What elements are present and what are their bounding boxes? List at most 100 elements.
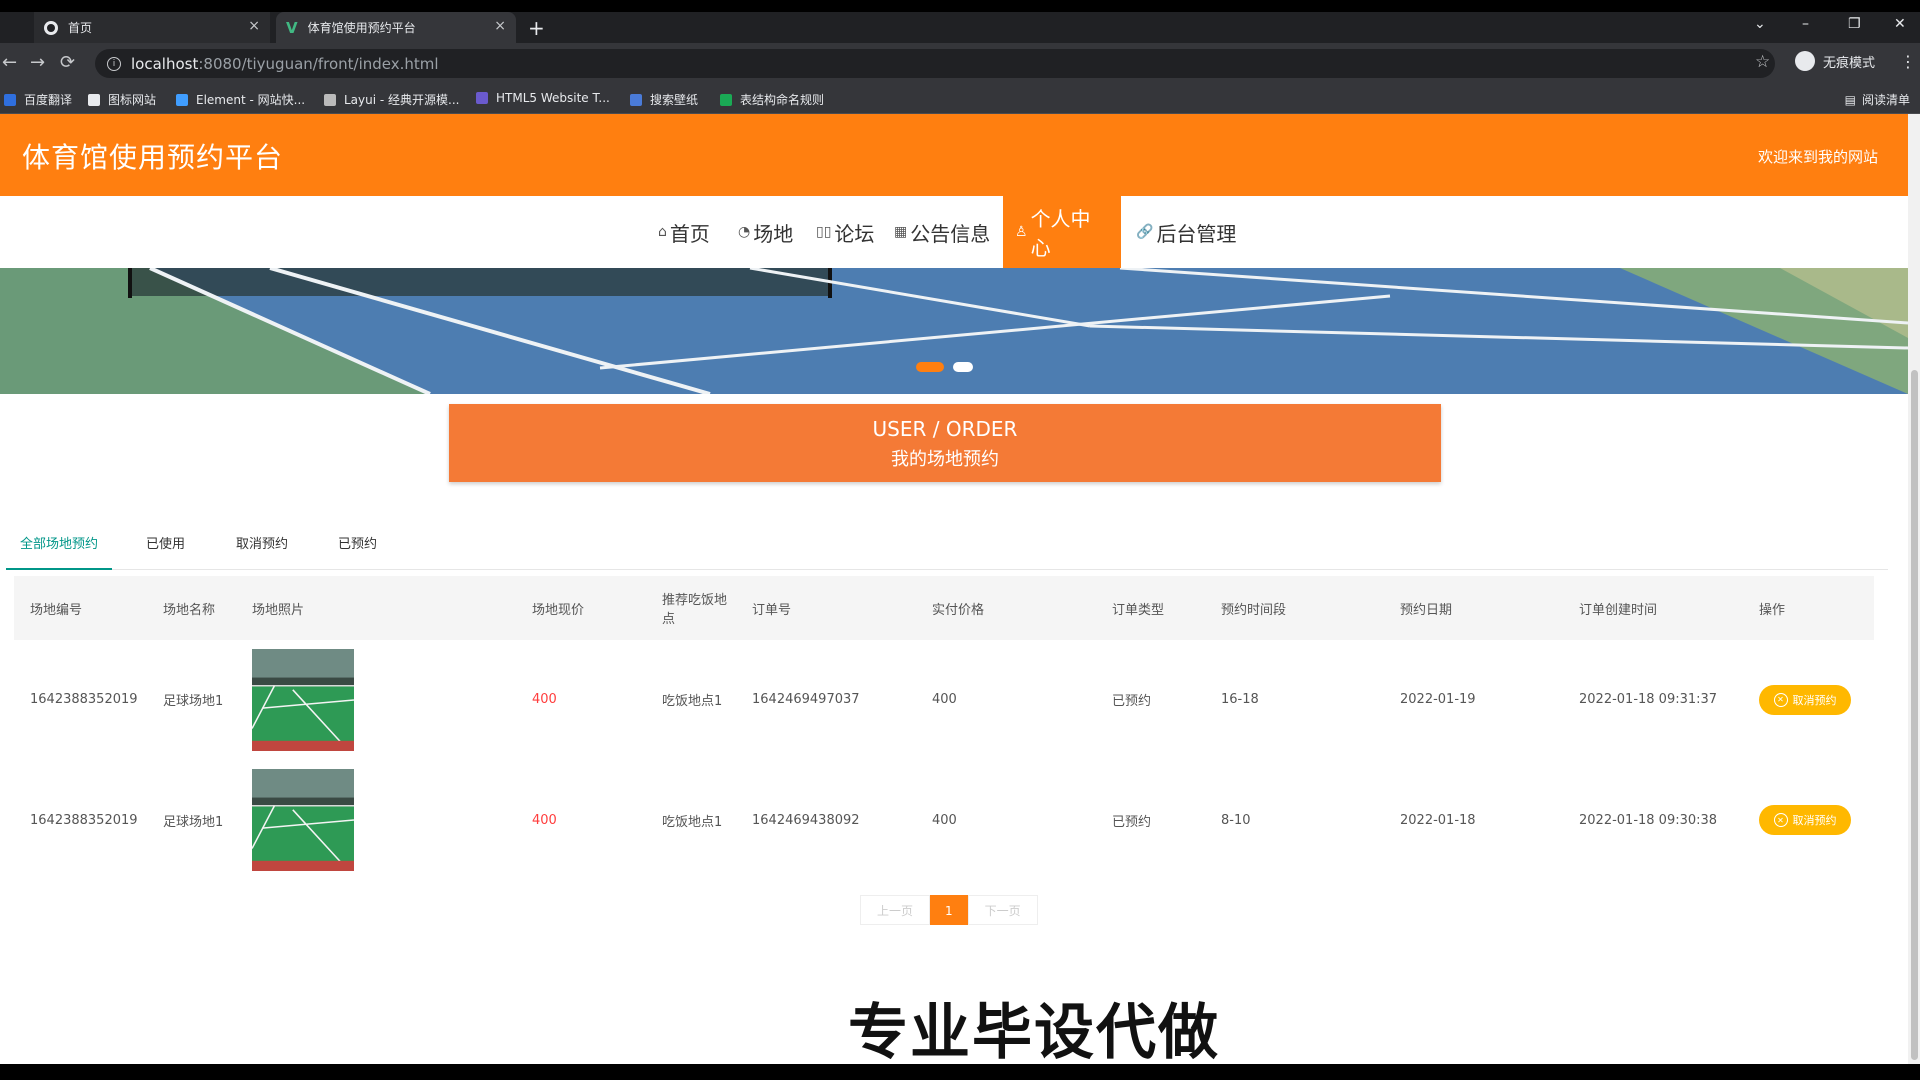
venue-photo[interactable] (252, 769, 354, 871)
new-tab-button[interactable]: + (528, 16, 545, 40)
cell-dining: 吃饭地点1 (646, 640, 736, 761)
nav-item-admin[interactable]: 🔗 后台管理 (1124, 196, 1248, 268)
profile-button[interactable]: 无痕模式 (1795, 51, 1875, 71)
cell-created: 2022-01-18 09:31:37 (1563, 640, 1743, 761)
nav-label: 公告信息 (910, 221, 991, 246)
home-icon: ⌂ (658, 224, 667, 240)
cell-paid: 400 (916, 640, 1096, 761)
browser-toolbar: ← → ⟳ i localhost:8080/tiyuguan/front/in… (0, 43, 1920, 84)
forum-icon: ▯▯ (816, 224, 832, 240)
nav-label: 场地 (753, 221, 794, 246)
cell-date: 2022-01-18 (1384, 760, 1563, 881)
browser-menu-icon[interactable]: ⋮ (1900, 52, 1916, 71)
profile-label: 无痕模式 (1823, 55, 1876, 71)
venue-icon: ◔ (738, 224, 751, 240)
forward-button[interactable]: → (30, 52, 45, 73)
nav-item-home[interactable]: ⌂ 首页 (646, 196, 722, 268)
cell-order-type: 已预约 (1096, 640, 1205, 761)
tab-used[interactable]: 已使用 (146, 520, 185, 570)
bookmark-item[interactable]: Element - 网站快... (176, 91, 305, 108)
cell-order-no: 1642469497037 (736, 640, 916, 761)
column-header: 场地照片 (236, 576, 516, 640)
bookmark-label: 表结构命名规则 (740, 93, 825, 107)
browser-tab-home[interactable]: 首页 × (34, 12, 270, 43)
bookmark-item[interactable]: 百度翻译 (4, 91, 72, 108)
cell-date: 2022-01-19 (1384, 640, 1563, 761)
column-header: 操作 (1743, 576, 1874, 640)
incognito-icon (1795, 51, 1815, 71)
column-header: 预约时间段 (1205, 576, 1384, 640)
tab-cancelled[interactable]: 取消预约 (236, 520, 288, 570)
bookmark-item[interactable]: HTML5 Website T... (476, 91, 610, 105)
reading-list-label: 阅读清单 (1861, 93, 1910, 107)
bookmark-star-icon[interactable]: ☆ (1755, 52, 1770, 72)
cancel-icon: ✕ (1773, 692, 1788, 707)
prev-page-button[interactable]: 上一页 (860, 895, 931, 925)
page-number-current[interactable]: 1 (930, 895, 968, 925)
next-page-button[interactable]: 下一页 (967, 895, 1038, 925)
tab-title: 首页 (68, 21, 93, 35)
cell-venue-name: 足球场地1 (147, 640, 236, 761)
browser-tab-platform[interactable]: V 体育馆使用预约平台 × (276, 12, 516, 43)
bookmark-item[interactable]: Layui - 经典开源模... (324, 91, 459, 108)
tab-close-icon[interactable]: × (248, 18, 260, 34)
watermark-text: 专业毕设代做 (848, 998, 1220, 1064)
cell-order-type: 已预约 (1096, 760, 1205, 881)
scrollbar-thumb[interactable] (1911, 370, 1918, 1060)
nav-item-forum[interactable]: ▯▯ 论坛 (804, 196, 886, 268)
column-header: 预约日期 (1384, 576, 1563, 640)
cancel-booking-button[interactable]: ✕ 取消预约 (1759, 684, 1851, 715)
banner-carousel[interactable] (0, 268, 1908, 394)
site-title: 体育馆使用预约平台 (22, 141, 284, 174)
user-icon: ♙ (1015, 224, 1028, 240)
bookmark-item[interactable]: 表结构命名规则 (720, 91, 824, 108)
column-header: 订单号 (736, 576, 916, 640)
restore-button[interactable]: ❐ (1848, 16, 1861, 32)
nav-label: 论坛 (834, 221, 875, 246)
reading-list-button[interactable]: ▤ 阅读清单 (1845, 91, 1910, 108)
order-filter-tabs: 全部场地预约 已使用 取消预约 已预约 (6, 520, 1888, 570)
bookmark-favicon-icon (4, 93, 16, 106)
bookmark-label: 百度翻译 (24, 93, 73, 107)
tab-booked[interactable]: 已预约 (338, 520, 377, 570)
notice-icon: ▦ (894, 224, 908, 240)
cell-venue-id: 1642388352019 (14, 760, 147, 881)
url-path: :8080/tiyuguan/front/index.html (198, 54, 439, 73)
site-info-icon[interactable]: i (107, 56, 121, 71)
cell-action: ✕ 取消预约 (1743, 760, 1874, 881)
cell-venue-photo (236, 640, 516, 761)
nav-item-venue[interactable]: ◔ 场地 (726, 196, 805, 268)
bookmark-favicon-icon (630, 93, 642, 106)
nav-item-personal-center[interactable]: ♙ 个人中心 (1003, 196, 1121, 268)
bookmark-item[interactable]: 搜索壁纸 (630, 91, 698, 108)
carousel-dot-active[interactable] (916, 362, 944, 372)
section-title-en: USER / ORDER (872, 417, 1018, 441)
browser-tabstrip: 首页 × V 体育馆使用预约平台 × + ⌄ – ❐ ✕ (0, 12, 1920, 43)
carousel-dot[interactable] (953, 362, 973, 372)
bookmarks-bar: 百度翻译 图标网站 Element - 网站快... Layui - 经典开源模...… (0, 84, 1920, 114)
tab-search-icon[interactable]: ⌄ (1754, 16, 1766, 32)
column-header: 实付价格 (916, 576, 1096, 640)
column-header: 场地编号 (14, 576, 147, 640)
cell-price: 400 (516, 640, 646, 761)
bookmark-favicon-icon (720, 93, 732, 106)
bookmark-favicon-icon (176, 93, 188, 106)
nav-label: 个人中心 (1030, 207, 1091, 260)
tab-all-orders[interactable]: 全部场地预约 (6, 520, 113, 570)
venue-photo[interactable] (252, 648, 354, 751)
bookmark-favicon-icon (476, 92, 488, 104)
nav-item-notice[interactable]: ▦ 公告信息 (882, 196, 1002, 268)
bookmark-item[interactable]: 图标网站 (88, 91, 156, 108)
column-header: 推荐吃饭地点 (646, 576, 736, 640)
cancel-booking-button[interactable]: ✕ 取消预约 (1759, 805, 1851, 835)
cancel-icon: ✕ (1773, 813, 1788, 827)
table-header-row: 场地编号 场地名称 场地照片 场地现价 推荐吃饭地点 订单号 实付价格 订单类型… (14, 576, 1874, 640)
tab-close-icon[interactable]: × (494, 18, 506, 34)
back-button[interactable]: ← (2, 52, 17, 73)
address-bar[interactable]: i localhost:8080/tiyuguan/front/index.ht… (95, 49, 1775, 78)
url-host: localhost (131, 54, 199, 73)
welcome-text: 欢迎来到我的网站 (1757, 148, 1878, 166)
reload-button[interactable]: ⟳ (60, 52, 75, 73)
close-window-button[interactable]: ✕ (1894, 16, 1906, 32)
minimize-button[interactable]: – (1802, 16, 1809, 32)
